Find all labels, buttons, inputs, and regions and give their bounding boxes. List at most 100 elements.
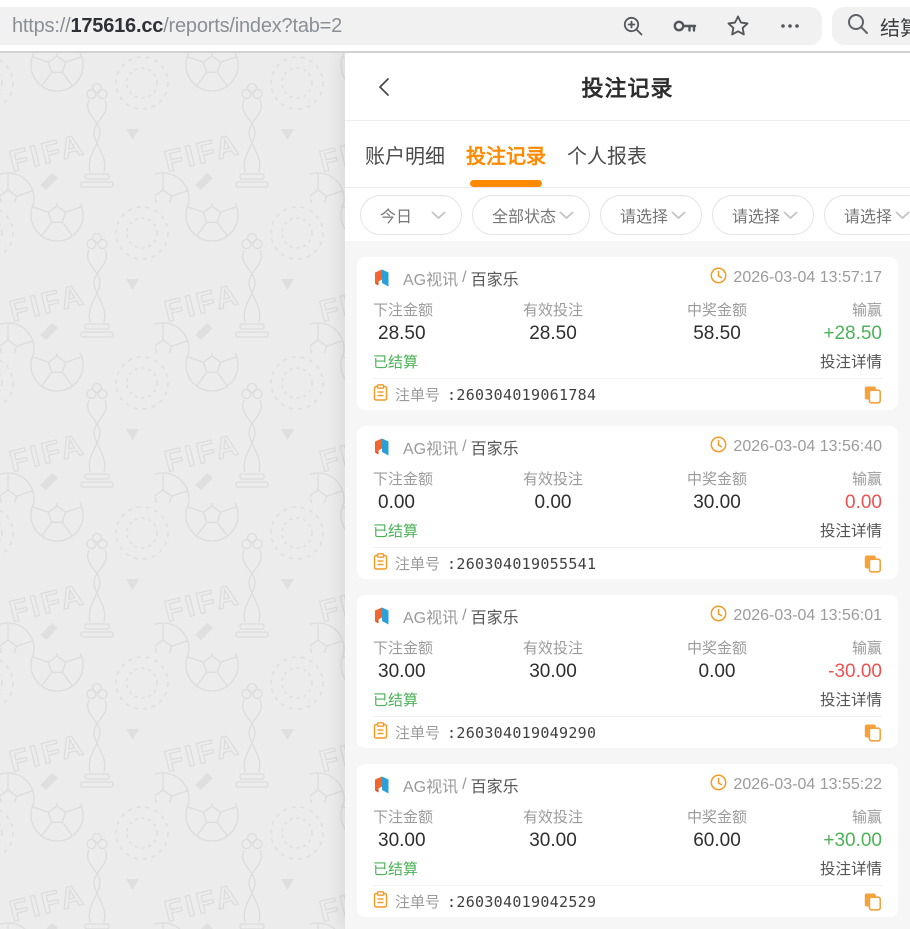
profit-value: +28.50 xyxy=(811,323,882,347)
bet-amount-label: 下注金额 xyxy=(373,468,483,489)
status-badge: 已结算 xyxy=(373,520,418,541)
order-number-label: 注单号 xyxy=(395,891,440,912)
win-amount-value: 58.50 xyxy=(623,323,811,347)
find-box[interactable]: 结算 xyxy=(832,7,910,45)
app-header: 投注记录 xyxy=(345,53,910,121)
clock-icon xyxy=(710,605,727,627)
bet-record-card: AG视讯 / 百家乐 2026-03-04 13:56:40 下注金额 有效投注… xyxy=(357,426,898,579)
bet-amount-value: 0.00 xyxy=(373,492,483,516)
filter-date-dropdown[interactable]: 今日 xyxy=(360,195,462,235)
bet-amount-value: 30.00 xyxy=(373,830,483,854)
game-name: 百家乐 xyxy=(471,773,519,797)
browser-bar: https://175616.cc/reports/index?tab=2 结算 xyxy=(0,0,910,53)
valid-bet-value: 28.50 xyxy=(483,323,623,347)
clock-icon xyxy=(710,774,727,796)
bet-detail-link[interactable]: 投注详情 xyxy=(820,857,882,879)
order-note-icon xyxy=(373,722,388,744)
filter-bar: 今日 全部状态 请选择 请选择 请选择 xyxy=(345,188,910,241)
bet-amount-label: 下注金额 xyxy=(373,806,483,827)
bet-record-card: AG视讯 / 百家乐 2026-03-04 13:55:22 下注金额 有效投注… xyxy=(357,764,898,917)
provider-name: AG视讯 xyxy=(403,435,458,459)
tab-personal-report[interactable]: 个人报表 xyxy=(567,121,647,187)
page-content: FIFA 投注记录 账户明细 投注记录 个人报表 xyxy=(0,53,910,929)
bet-record-list: AG视讯 / 百家乐 2026-03-04 13:57:17 下注金额 有效投注… xyxy=(345,241,910,929)
chevron-down-icon xyxy=(783,211,798,220)
profit-label: 输赢 xyxy=(811,299,882,320)
profit-label: 输赢 xyxy=(811,806,882,827)
order-note-icon xyxy=(373,553,388,575)
copy-order-button[interactable] xyxy=(863,385,882,404)
bookmark-star-icon[interactable] xyxy=(725,13,751,39)
bet-record-card: AG视讯 / 百家乐 2026-03-04 13:57:17 下注金额 有效投注… xyxy=(357,257,898,410)
valid-bet-label: 有效投注 xyxy=(483,806,623,827)
page-title: 投注记录 xyxy=(581,71,673,103)
profit-value: +30.00 xyxy=(811,830,882,854)
bet-amount-label: 下注金额 xyxy=(373,637,483,658)
filter-select-3-dropdown[interactable]: 请选择 xyxy=(824,195,910,235)
order-number-label: 注单号 xyxy=(395,553,440,574)
tab-bar: 账户明细 投注记录 个人报表 xyxy=(345,121,910,188)
provider-game-separator: / xyxy=(462,776,466,794)
tab-account-details[interactable]: 账户明细 xyxy=(365,121,445,187)
order-note-icon xyxy=(373,384,388,406)
clock-icon xyxy=(710,267,727,289)
record-time: 2026-03-04 13:57:17 xyxy=(733,269,882,287)
tab-underline xyxy=(470,180,542,187)
bet-detail-link[interactable]: 投注详情 xyxy=(820,519,882,541)
game-name: 百家乐 xyxy=(471,435,519,459)
copy-order-button[interactable] xyxy=(863,892,882,911)
status-badge: 已结算 xyxy=(373,351,418,372)
fifa-watermark-pattern: FIFA xyxy=(0,53,345,929)
bet-amount-value: 30.00 xyxy=(373,661,483,685)
url-domain: 175616.cc xyxy=(70,15,163,37)
provider-name: AG视讯 xyxy=(403,604,458,628)
profit-label: 输赢 xyxy=(811,637,882,658)
search-icon xyxy=(846,12,870,41)
app-panel: 投注记录 账户明细 投注记录 个人报表 今日 全部状态 请选择 xyxy=(345,53,910,929)
record-time: 2026-03-04 13:55:22 xyxy=(733,776,882,794)
order-number-label: 注单号 xyxy=(395,384,440,405)
profit-value: -30.00 xyxy=(811,661,882,685)
filter-status-dropdown[interactable]: 全部状态 xyxy=(472,195,590,235)
win-amount-label: 中奖金额 xyxy=(623,637,811,658)
copy-icon xyxy=(863,554,882,573)
ag-provider-logo-icon xyxy=(373,268,394,288)
valid-bet-value: 30.00 xyxy=(483,830,623,854)
win-amount-value: 30.00 xyxy=(623,492,811,516)
find-text: 结算 xyxy=(880,12,910,41)
bet-detail-link[interactable]: 投注详情 xyxy=(820,350,882,372)
win-amount-label: 中奖金额 xyxy=(623,468,811,489)
copy-order-button[interactable] xyxy=(863,554,882,573)
bet-detail-link[interactable]: 投注详情 xyxy=(820,688,882,710)
record-time: 2026-03-04 13:56:40 xyxy=(733,438,882,456)
valid-bet-label: 有效投注 xyxy=(483,299,623,320)
copy-icon xyxy=(863,723,882,742)
ag-provider-logo-icon xyxy=(373,775,394,795)
valid-bet-label: 有效投注 xyxy=(483,468,623,489)
provider-game-separator: / xyxy=(462,269,466,287)
url-bar[interactable]: https://175616.cc/reports/index?tab=2 xyxy=(0,7,822,45)
more-options-icon[interactable] xyxy=(778,14,802,38)
provider-game-separator: / xyxy=(462,438,466,456)
game-name: 百家乐 xyxy=(471,604,519,628)
bet-amount-value: 28.50 xyxy=(373,323,483,347)
filter-select-2-dropdown[interactable]: 请选择 xyxy=(712,195,814,235)
copy-icon xyxy=(863,385,882,404)
url-text: https://175616.cc/reports/index?tab=2 xyxy=(12,15,621,38)
tab-bet-records[interactable]: 投注记录 xyxy=(466,121,546,187)
win-amount-label: 中奖金额 xyxy=(623,299,811,320)
back-button[interactable] xyxy=(365,53,405,120)
chevron-down-icon xyxy=(671,211,686,220)
zoom-in-icon[interactable] xyxy=(621,14,645,38)
chevron-down-icon xyxy=(895,211,910,220)
ag-provider-logo-icon xyxy=(373,437,394,457)
chevron-left-icon xyxy=(373,75,397,99)
key-icon[interactable] xyxy=(672,13,698,39)
game-name: 百家乐 xyxy=(471,266,519,290)
record-time: 2026-03-04 13:56:01 xyxy=(733,607,882,625)
copy-order-button[interactable] xyxy=(863,723,882,742)
bet-amount-label: 下注金额 xyxy=(373,299,483,320)
filter-select-1-dropdown[interactable]: 请选择 xyxy=(600,195,702,235)
order-number-label: 注单号 xyxy=(395,722,440,743)
win-amount-label: 中奖金额 xyxy=(623,806,811,827)
